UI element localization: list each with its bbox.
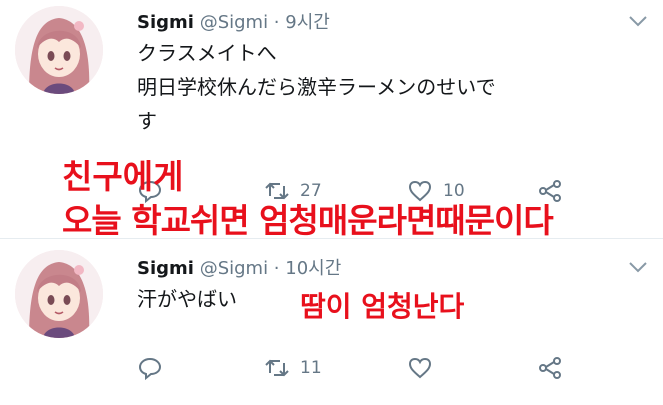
avatar[interactable] (15, 6, 103, 94)
anime-girl-avatar-image (15, 250, 103, 338)
handle-and-time[interactable]: @Sigmi · 10시간 (200, 258, 342, 279)
anime-girl-avatar-image (15, 6, 103, 94)
translation-overlay-line-1: 친구에게 (62, 157, 184, 196)
reply-icon (138, 357, 162, 381)
display-name[interactable]: Sigmi (137, 258, 194, 279)
avatar[interactable] (15, 250, 103, 338)
translation-overlay-line-3: 땀이 엄청난다 (300, 290, 465, 323)
like-button[interactable] (407, 355, 443, 381)
tweet-text-line: 明日学校休んだら激辛ラーメンのせいで (137, 75, 496, 99)
chevron-down-icon[interactable] (627, 12, 649, 30)
retweet-icon (265, 359, 289, 377)
reply-button[interactable] (137, 355, 173, 381)
share-icon (539, 357, 561, 379)
display-name[interactable]: Sigmi (137, 12, 194, 33)
tweet-header: Sigmi @Sigmi · 9시간 (137, 8, 330, 34)
tweet-text: クラスメイトへ 明日学校休んだら激辛ラーメンのせいで す (137, 36, 627, 138)
tweet-header: Sigmi @Sigmi · 10시간 (137, 254, 341, 280)
heart-icon (408, 357, 432, 379)
translation-overlay-line-2: 오늘 학교쉬면 엄청매운라면때문이다 (62, 201, 554, 240)
handle-and-time[interactable]: @Sigmi · 9시간 (200, 12, 330, 33)
share-button[interactable] (537, 355, 563, 381)
tweet-text-line: す (137, 109, 157, 133)
retweet-count: 11 (300, 358, 322, 378)
tweet-text-line: クラスメイトへ (137, 41, 277, 65)
retweet-button[interactable]: 11 (264, 355, 322, 381)
chevron-down-icon[interactable] (627, 258, 649, 276)
